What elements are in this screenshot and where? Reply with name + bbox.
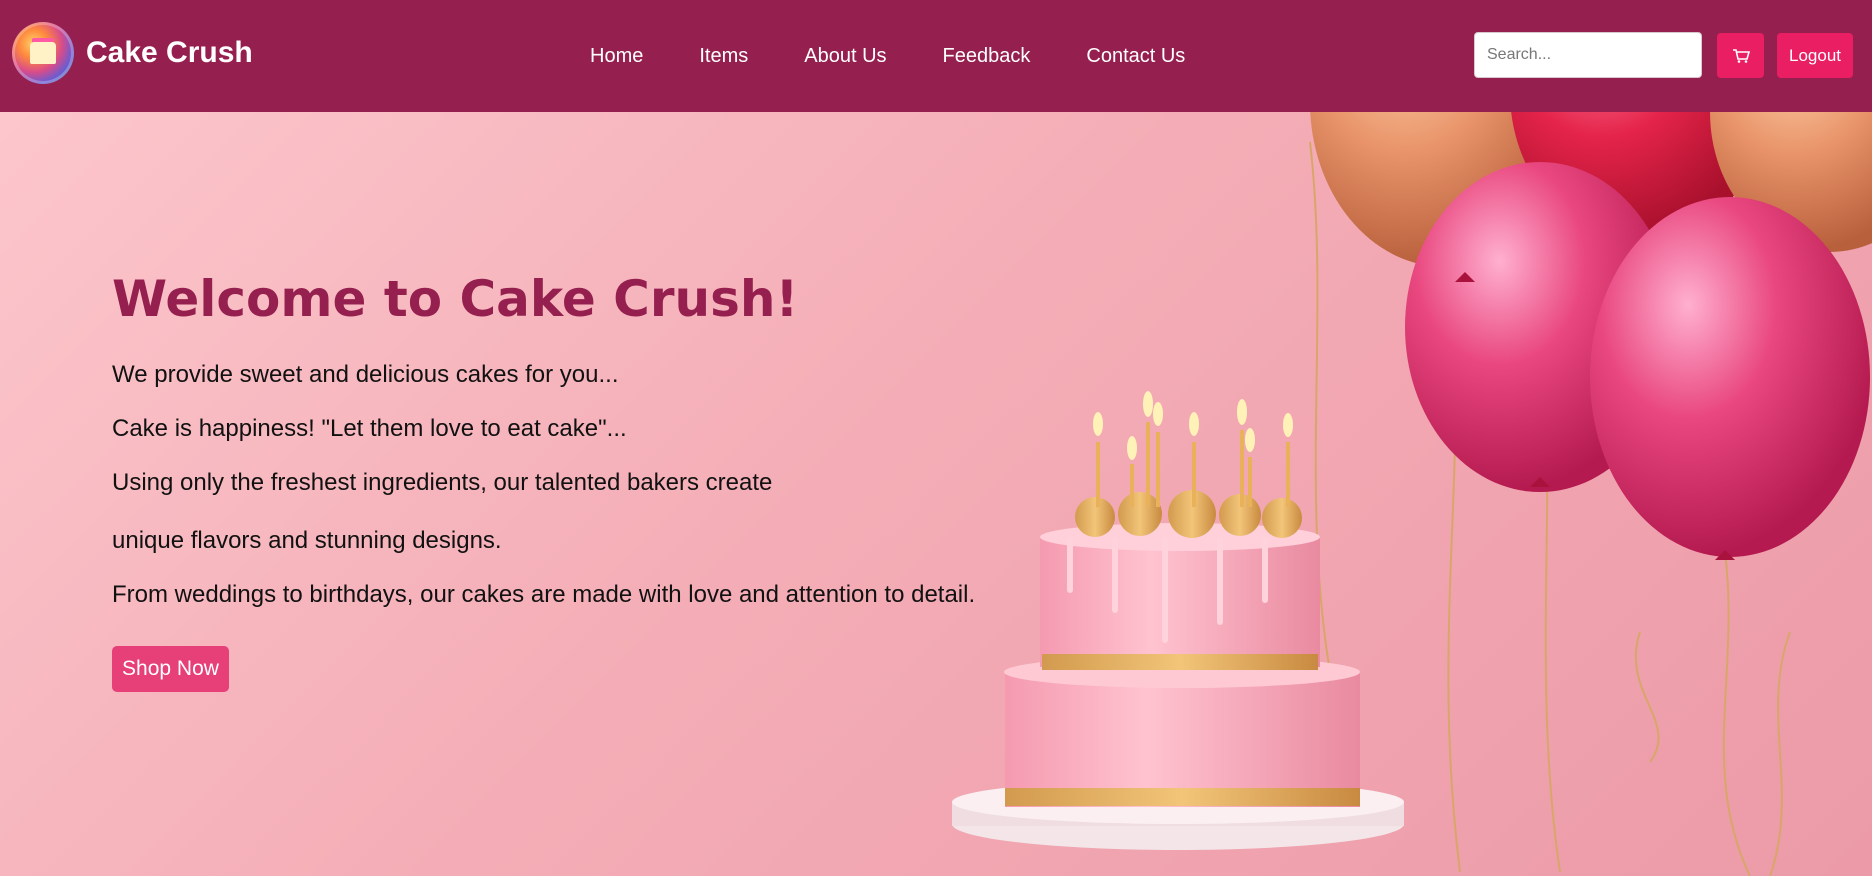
cart-icon xyxy=(1732,48,1750,63)
search-input[interactable] xyxy=(1474,32,1702,78)
nav-about-us[interactable]: About Us xyxy=(804,45,886,68)
hero-line-4: unique flavors and stunning designs. xyxy=(112,527,502,554)
top-navbar: Cake Crush Home Items About Us Feedback … xyxy=(0,0,1872,112)
hero-line-3: Using only the freshest ingredients, our… xyxy=(112,469,773,496)
hero-section: Welcome to Cake Crush! We provide sweet … xyxy=(0,112,1872,876)
brand[interactable]: Cake Crush xyxy=(12,22,253,84)
logout-button[interactable]: Logout xyxy=(1777,33,1853,78)
nav-contact-us[interactable]: Contact Us xyxy=(1086,45,1185,68)
cake-logo-icon xyxy=(12,22,74,84)
nav-feedback[interactable]: Feedback xyxy=(943,45,1031,68)
hero-line-1: We provide sweet and delicious cakes for… xyxy=(112,361,619,388)
hero-line-2: Cake is happiness! "Let them love to eat… xyxy=(112,415,627,442)
brand-name: Cake Crush xyxy=(86,36,253,69)
shop-now-button[interactable]: Shop Now xyxy=(112,646,229,692)
hero-title: Welcome to Cake Crush! xyxy=(112,270,799,328)
hero-line-5: From weddings to birthdays, our cakes ar… xyxy=(112,581,976,608)
main-nav: Home Items About Us Feedback Contact Us xyxy=(590,0,1241,112)
nav-home[interactable]: Home xyxy=(590,45,643,68)
nav-items[interactable]: Items xyxy=(699,45,748,68)
cart-button[interactable] xyxy=(1717,33,1764,78)
